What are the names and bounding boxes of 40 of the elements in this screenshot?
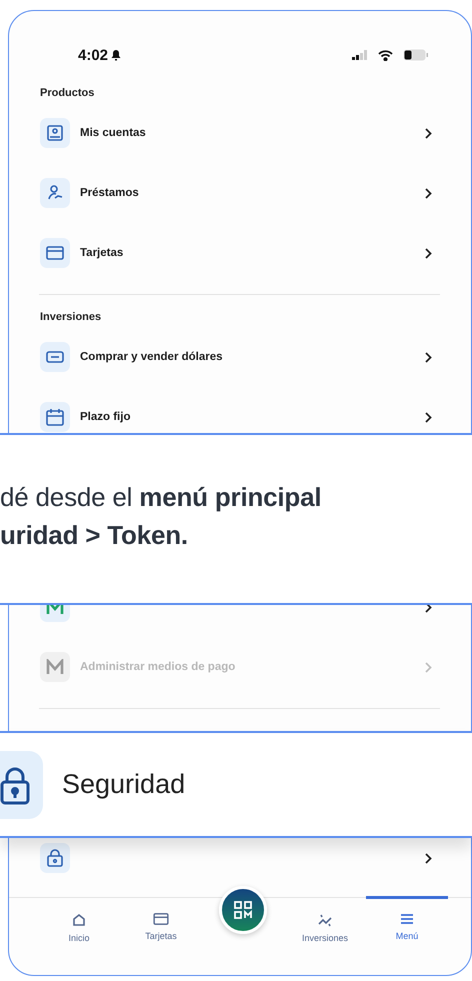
wifi-icon	[378, 50, 393, 60]
lock-icon	[46, 849, 64, 867]
section-title: Productos	[39, 86, 96, 101]
menu-item-label[interactable]: Préstamos	[80, 187, 139, 199]
banknote-icon	[46, 350, 64, 364]
chevron-right-icon	[425, 188, 432, 198]
chevron-right-icon	[425, 248, 432, 258]
card-icon	[153, 913, 169, 925]
bell-icon	[111, 49, 122, 61]
nav-tab[interactable]: Tarjetas	[120, 896, 202, 968]
menu-item-label[interactable]: Comprar y vender dólares	[80, 351, 223, 363]
chevron-right-icon	[425, 412, 432, 422]
status-time: 4:02	[78, 46, 108, 64]
m-logo-icon	[46, 659, 64, 675]
signal-icon	[352, 50, 368, 60]
menu-item-label[interactable]: Plazo fijo	[80, 411, 130, 423]
section-title: Inversiones	[39, 310, 102, 325]
nav-tab[interactable]: Menú	[366, 896, 448, 968]
chevron-right-icon	[425, 662, 432, 672]
calendar-icon	[46, 408, 64, 426]
account-icon	[46, 124, 64, 142]
battery-icon	[403, 49, 429, 61]
instruction-text: uridad > Token.	[0, 519, 189, 552]
home-icon	[72, 913, 86, 927]
feature-title: Seguridad	[62, 769, 186, 800]
lock-icon	[0, 764, 30, 804]
nav-tab[interactable]: Inicio	[38, 896, 120, 968]
menu-item-label[interactable]: Mis cuentas	[80, 127, 146, 139]
person-hand-icon	[46, 184, 64, 202]
chevron-right-icon	[425, 352, 432, 362]
qr-button[interactable]	[219, 886, 267, 934]
nav-tab[interactable]: Inversiones	[284, 896, 366, 968]
instruction-text: dé desde el menú principal	[0, 481, 322, 514]
sparkle-chart-icon	[317, 913, 333, 927]
qr-code-icon	[233, 900, 253, 920]
menu-icon	[400, 913, 414, 925]
chevron-right-icon	[425, 852, 432, 864]
chevron-right-icon	[425, 128, 432, 138]
menu-item-label[interactable]: Tarjetas	[80, 247, 124, 259]
card-icon	[46, 246, 64, 260]
